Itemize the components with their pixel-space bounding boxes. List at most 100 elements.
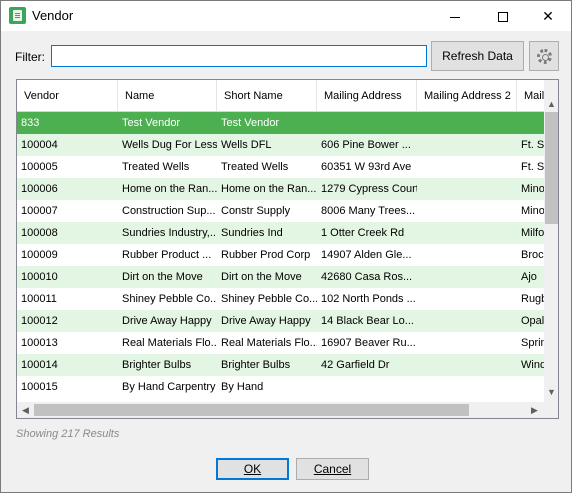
table-row[interactable]: 100014 Brighter Bulbs Brighter Bulbs 42 Gar…: [17, 354, 544, 376]
cell-mailing-address-2: [417, 112, 517, 134]
cell-vendor: 100005: [21, 161, 58, 173]
scroll-up-arrow-icon[interactable]: ▲: [544, 97, 558, 112]
scroll-right-arrow-icon[interactable]: ▶: [527, 403, 542, 418]
table-row[interactable]: 100009 Rubber Product ... Rubber Prod Corp…: [17, 244, 544, 266]
filter-input[interactable]: [51, 45, 427, 67]
cell-name: Construction Sup...: [122, 205, 216, 217]
maximize-button[interactable]: [480, 1, 526, 31]
horizontal-scrollbar[interactable]: ◀ ▶: [17, 402, 544, 418]
cell-vendor: 100007: [21, 205, 58, 217]
cell-mailing-address-2: [417, 288, 517, 310]
cell-mailing-city: Broc: [521, 249, 544, 261]
column-header-short-name[interactable]: Short Name: [217, 80, 317, 111]
column-header-mailing-address-2[interactable]: Mailing Address 2: [417, 80, 517, 111]
cell-vendor: 100004: [21, 139, 58, 151]
cell-mailing-city: Ft. S: [521, 139, 544, 151]
cell-name: Shiney Pebble Co...: [122, 293, 217, 305]
cell-mailing-address-2: [417, 156, 517, 178]
scroll-left-arrow-icon[interactable]: ◀: [18, 403, 33, 418]
cell-mailing-city: Mino: [521, 205, 544, 217]
cell-vendor: 833: [21, 117, 40, 129]
table-row[interactable]: 833 Test Vendor Test Vendor: [17, 112, 544, 134]
table-row[interactable]: 100010 Dirt on the Move Dirt on the Move 42…: [17, 266, 544, 288]
cell-mailing-city: Wind: [521, 359, 544, 371]
filter-label: Filter:: [15, 50, 45, 64]
cell-mailing-address: 42680 Casa Ros...: [321, 271, 413, 283]
cell-vendor: 100012: [21, 315, 58, 327]
cell-mailing-address: [317, 112, 417, 134]
cell-name: Rubber Product ...: [122, 249, 212, 261]
grid-rows: 833 Test Vendor Test Vendor 100004 Wells Dug…: [17, 112, 544, 402]
cell-mailing-address-2: [417, 354, 517, 376]
cell-name: Real Materials Flo...: [122, 337, 217, 349]
vertical-scrollbar[interactable]: ▲ ▼: [544, 80, 558, 402]
cell-short-name: Test Vendor: [221, 117, 280, 129]
cell-mailing-address-2: [417, 134, 517, 156]
cell-mailing-address-2: [417, 178, 517, 200]
minimize-icon: [450, 16, 460, 18]
cell-name: Wells Dug For Less: [122, 139, 217, 151]
minimize-button[interactable]: [432, 1, 478, 31]
cell-mailing-address: 8006 Many Trees...: [321, 205, 416, 217]
cell-name: By Hand Carpentry: [122, 381, 216, 393]
cell-mailing-city: Sprin: [521, 337, 544, 349]
vertical-scroll-thumb[interactable]: [545, 112, 558, 224]
cell-short-name: Real Materials Flo...: [221, 337, 317, 349]
column-header-name[interactable]: Name: [118, 80, 217, 111]
scroll-down-arrow-icon[interactable]: ▼: [544, 385, 558, 400]
cell-short-name: Dirt on the Move: [221, 271, 302, 283]
table-row[interactable]: 100011 Shiney Pebble Co... Shiney Pebble C…: [17, 288, 544, 310]
cell-short-name: Wells DFL: [221, 139, 272, 151]
cell-name: Test Vendor: [122, 117, 181, 129]
cell-mailing-address: 1 Otter Creek Rd: [321, 227, 405, 239]
refresh-data-button[interactable]: Refresh Data: [431, 41, 524, 71]
cell-vendor: 100014: [21, 359, 58, 371]
cell-mailing-address-2: [417, 244, 517, 266]
scrollbar-corner: [544, 402, 558, 418]
cell-short-name: Home on the Ran...: [221, 183, 317, 195]
settings-button[interactable]: [529, 41, 559, 71]
table-row[interactable]: 100006 Home on the Ran... Home on the Ran.…: [17, 178, 544, 200]
close-button[interactable]: ✕: [525, 1, 571, 31]
cell-mailing-address: 16907 Beaver Ru...: [321, 337, 416, 349]
table-row[interactable]: 100007 Construction Sup... Constr Supply 80…: [17, 200, 544, 222]
cell-mailing-address-2: [417, 310, 517, 332]
cell-name: Home on the Ran...: [122, 183, 217, 195]
cell-name: Treated Wells: [122, 161, 190, 173]
vendor-dialog: Vendor ✕ Filter: Refresh Data Vendor Nam…: [0, 0, 572, 493]
cell-name: Drive Away Happy: [122, 315, 212, 327]
maximize-icon: [498, 12, 508, 23]
title-bar: Vendor ✕: [1, 1, 571, 31]
table-row[interactable]: 100012 Drive Away Happy Drive Away Happy 14…: [17, 310, 544, 332]
cell-mailing-address: 60351 W 93rd Ave: [321, 161, 412, 173]
cell-vendor: 100011: [21, 293, 57, 305]
cell-short-name: Rubber Prod Corp: [221, 249, 311, 261]
close-icon: ✕: [542, 8, 554, 24]
horizontal-scroll-thumb[interactable]: [34, 404, 469, 416]
table-row[interactable]: 100013 Real Materials Flo... Real Material…: [17, 332, 544, 354]
cell-mailing-city: Mino: [521, 183, 544, 195]
table-row[interactable]: 100004 Wells Dug For Less Wells DFL 606 Pin…: [17, 134, 544, 156]
cell-mailing-address: 14 Black Bear Lo...: [321, 315, 414, 327]
cell-vendor: 100015: [21, 381, 58, 393]
cell-mailing-city: Milfo: [521, 227, 544, 239]
cell-vendor: 100006: [21, 183, 58, 195]
cell-mailing-city: Rugb: [521, 293, 544, 305]
cell-mailing-city: Ajo: [521, 271, 537, 283]
cell-vendor: 100013: [21, 337, 58, 349]
table-row[interactable]: 100005 Treated Wells Treated Wells 60351 W …: [17, 156, 544, 178]
column-header-mailing-address[interactable]: Mailing Address: [317, 80, 417, 111]
table-row[interactable]: 100015 By Hand Carpentry By Hand: [17, 376, 544, 398]
grid-header: Vendor Name Short Name Mailing Address M…: [17, 80, 544, 112]
results-count: Showing 217 Results: [16, 428, 120, 440]
cell-short-name: By Hand: [221, 381, 264, 393]
cancel-button[interactable]: Cancel: [296, 458, 369, 480]
table-row[interactable]: 100008 Sundries Industry,... Sundries Ind 1…: [17, 222, 544, 244]
cell-mailing-address-2: [417, 266, 517, 288]
window-title: Vendor: [32, 8, 74, 23]
cell-mailing-address: 14907 Alden Gle...: [321, 249, 412, 261]
cell-short-name: Constr Supply: [221, 205, 291, 217]
column-header-vendor[interactable]: Vendor: [17, 80, 118, 111]
ok-button[interactable]: OK: [216, 458, 289, 480]
cell-short-name: Drive Away Happy: [221, 315, 311, 327]
